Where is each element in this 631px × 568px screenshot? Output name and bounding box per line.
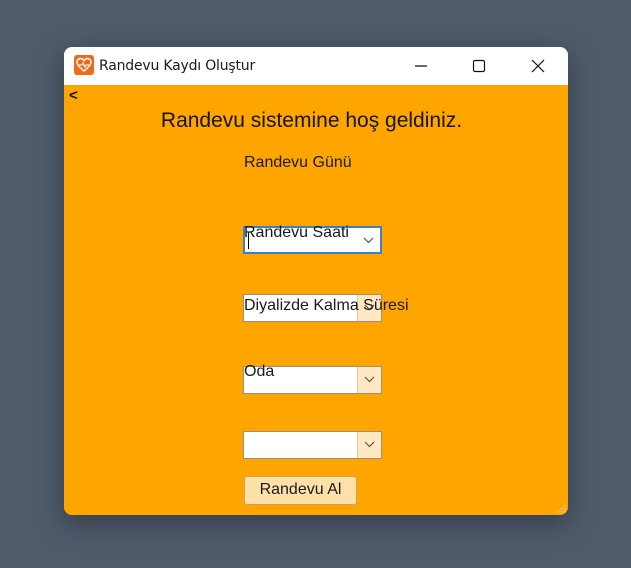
appointment-day-label: Randevu Günü	[244, 154, 352, 171]
welcome-heading: Randevu sistemine hoş geldiniz.	[160, 109, 463, 132]
room-combobox[interactable]	[243, 431, 382, 459]
dialysis-duration-dropdown-button[interactable]	[357, 367, 381, 393]
resize-grip-icon[interactable]	[556, 503, 566, 513]
appointment-day-dropdown-button[interactable]	[357, 228, 380, 252]
maximize-icon	[472, 59, 486, 73]
minimize-icon	[415, 65, 427, 67]
title-bar[interactable]: Randevu Kaydı Oluştur	[64, 47, 568, 85]
book-appointment-button[interactable]: Randevu Al	[244, 476, 357, 505]
appointment-time-label: Randevu Saati	[244, 224, 349, 241]
close-icon	[531, 59, 545, 73]
chevron-down-icon	[363, 237, 374, 244]
room-dropdown-button[interactable]	[357, 432, 381, 458]
heart-logo-icon	[74, 55, 94, 75]
room-label: Oda	[244, 363, 275, 380]
minimize-button[interactable]	[392, 47, 450, 85]
maximize-button[interactable]	[450, 47, 508, 85]
form-panel: < Randevu sistemine hoş geldiniz. Randev…	[64, 85, 568, 515]
dialysis-duration-label: Diyalizde Kalma Süresi	[244, 297, 409, 314]
window-title: Randevu Kaydı Oluştur	[99, 58, 256, 74]
chevron-down-icon	[364, 441, 375, 448]
close-button[interactable]	[509, 47, 567, 85]
app-window: Randevu Kaydı Oluştur < Randevu sistemin…	[64, 47, 568, 515]
chevron-down-icon	[364, 376, 375, 383]
back-button[interactable]: <	[69, 87, 78, 104]
